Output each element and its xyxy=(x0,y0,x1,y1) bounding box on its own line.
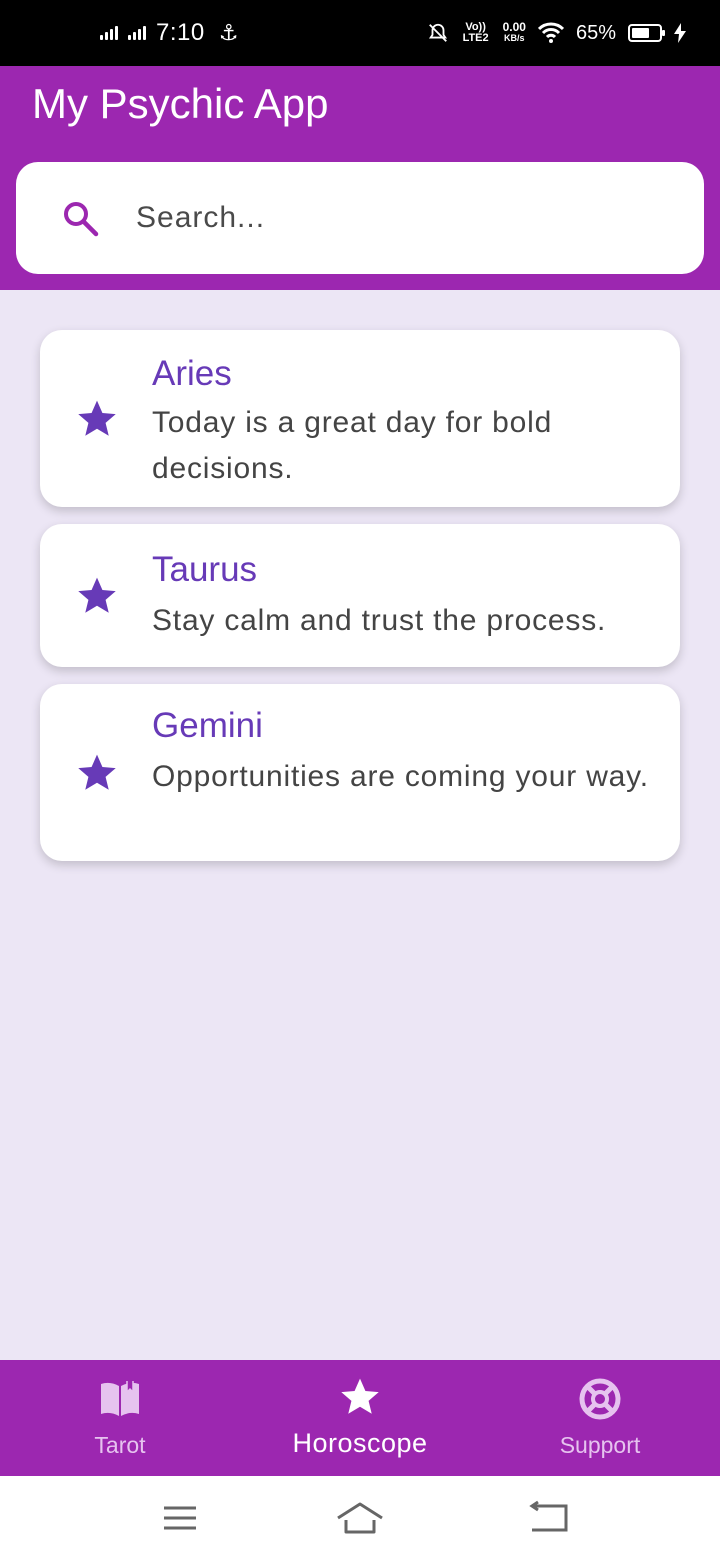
status-left: 7:10 ⚓︎ xyxy=(100,0,238,66)
speed-unit: KB/s xyxy=(504,33,525,43)
back-icon[interactable] xyxy=(522,1498,574,1538)
battery-icon xyxy=(628,24,665,42)
battery-percent: 65% xyxy=(575,21,616,44)
card-text: Opportunities are coming your way. xyxy=(152,760,649,793)
nav-label: Tarot xyxy=(94,1432,146,1458)
search-icon[interactable] xyxy=(60,198,100,238)
usb-icon: ⚓︎ xyxy=(218,20,239,45)
volte-indicator: Vo)) LTE2 xyxy=(462,21,489,44)
horoscope-card-gemini[interactable]: Gemini Opportunities are coming your way… xyxy=(40,684,680,861)
nav-item-tarot[interactable]: Tarot xyxy=(0,1360,240,1476)
wifi-icon xyxy=(537,22,564,43)
star-icon xyxy=(78,577,116,613)
status-time: 7:10 xyxy=(156,19,205,46)
menu-icon[interactable] xyxy=(154,1498,206,1538)
search-input[interactable] xyxy=(136,192,676,244)
horoscope-card-taurus[interactable]: Taurus Stay calm and trust the process. xyxy=(40,524,680,667)
card-title: Aries xyxy=(152,354,232,393)
horoscope-card-aries[interactable]: Aries Today is a great day for bold deci… xyxy=(40,330,680,507)
nav-label: Support xyxy=(559,1432,641,1458)
status-bar: 7:10 ⚓︎ Vo)) LTE2 0.00 KB/s 65% xyxy=(0,0,720,66)
nav-label: Horoscope xyxy=(292,1428,428,1458)
system-navigation-bar xyxy=(0,1476,720,1560)
star-icon xyxy=(341,1378,379,1414)
card-text: Today is a great day for bold decisions. xyxy=(152,406,553,485)
app-bar: My Psychic App xyxy=(0,66,720,290)
nav-item-support[interactable]: Support xyxy=(480,1360,720,1476)
star-icon xyxy=(78,754,116,790)
screen: 7:10 ⚓︎ Vo)) LTE2 0.00 KB/s 65% My Psych… xyxy=(0,0,720,1560)
lifebuoy-icon xyxy=(579,1378,621,1420)
signal-icon xyxy=(128,26,146,40)
home-icon[interactable] xyxy=(334,1498,386,1538)
book-icon xyxy=(101,1381,139,1416)
speed-value: 0.00 xyxy=(502,20,526,34)
card-text: Stay calm and trust the process. xyxy=(152,604,607,637)
battery-fill xyxy=(632,28,649,38)
search-bar[interactable] xyxy=(16,162,704,274)
card-title: Taurus xyxy=(152,550,258,589)
star-icon xyxy=(78,400,116,436)
card-title: Gemini xyxy=(152,706,263,745)
signal-icon xyxy=(100,26,118,40)
network-speed: 0.00 KB/s xyxy=(502,20,526,44)
nav-item-horoscope[interactable]: Horoscope xyxy=(240,1360,480,1476)
charging-icon xyxy=(674,23,686,43)
bottom-navigation: Tarot Horoscope Support xyxy=(0,1360,720,1476)
app-title: My Psychic App xyxy=(32,80,329,127)
bell-off-icon xyxy=(428,23,447,42)
status-right: Vo)) LTE2 0.00 KB/s 65% xyxy=(427,0,686,66)
